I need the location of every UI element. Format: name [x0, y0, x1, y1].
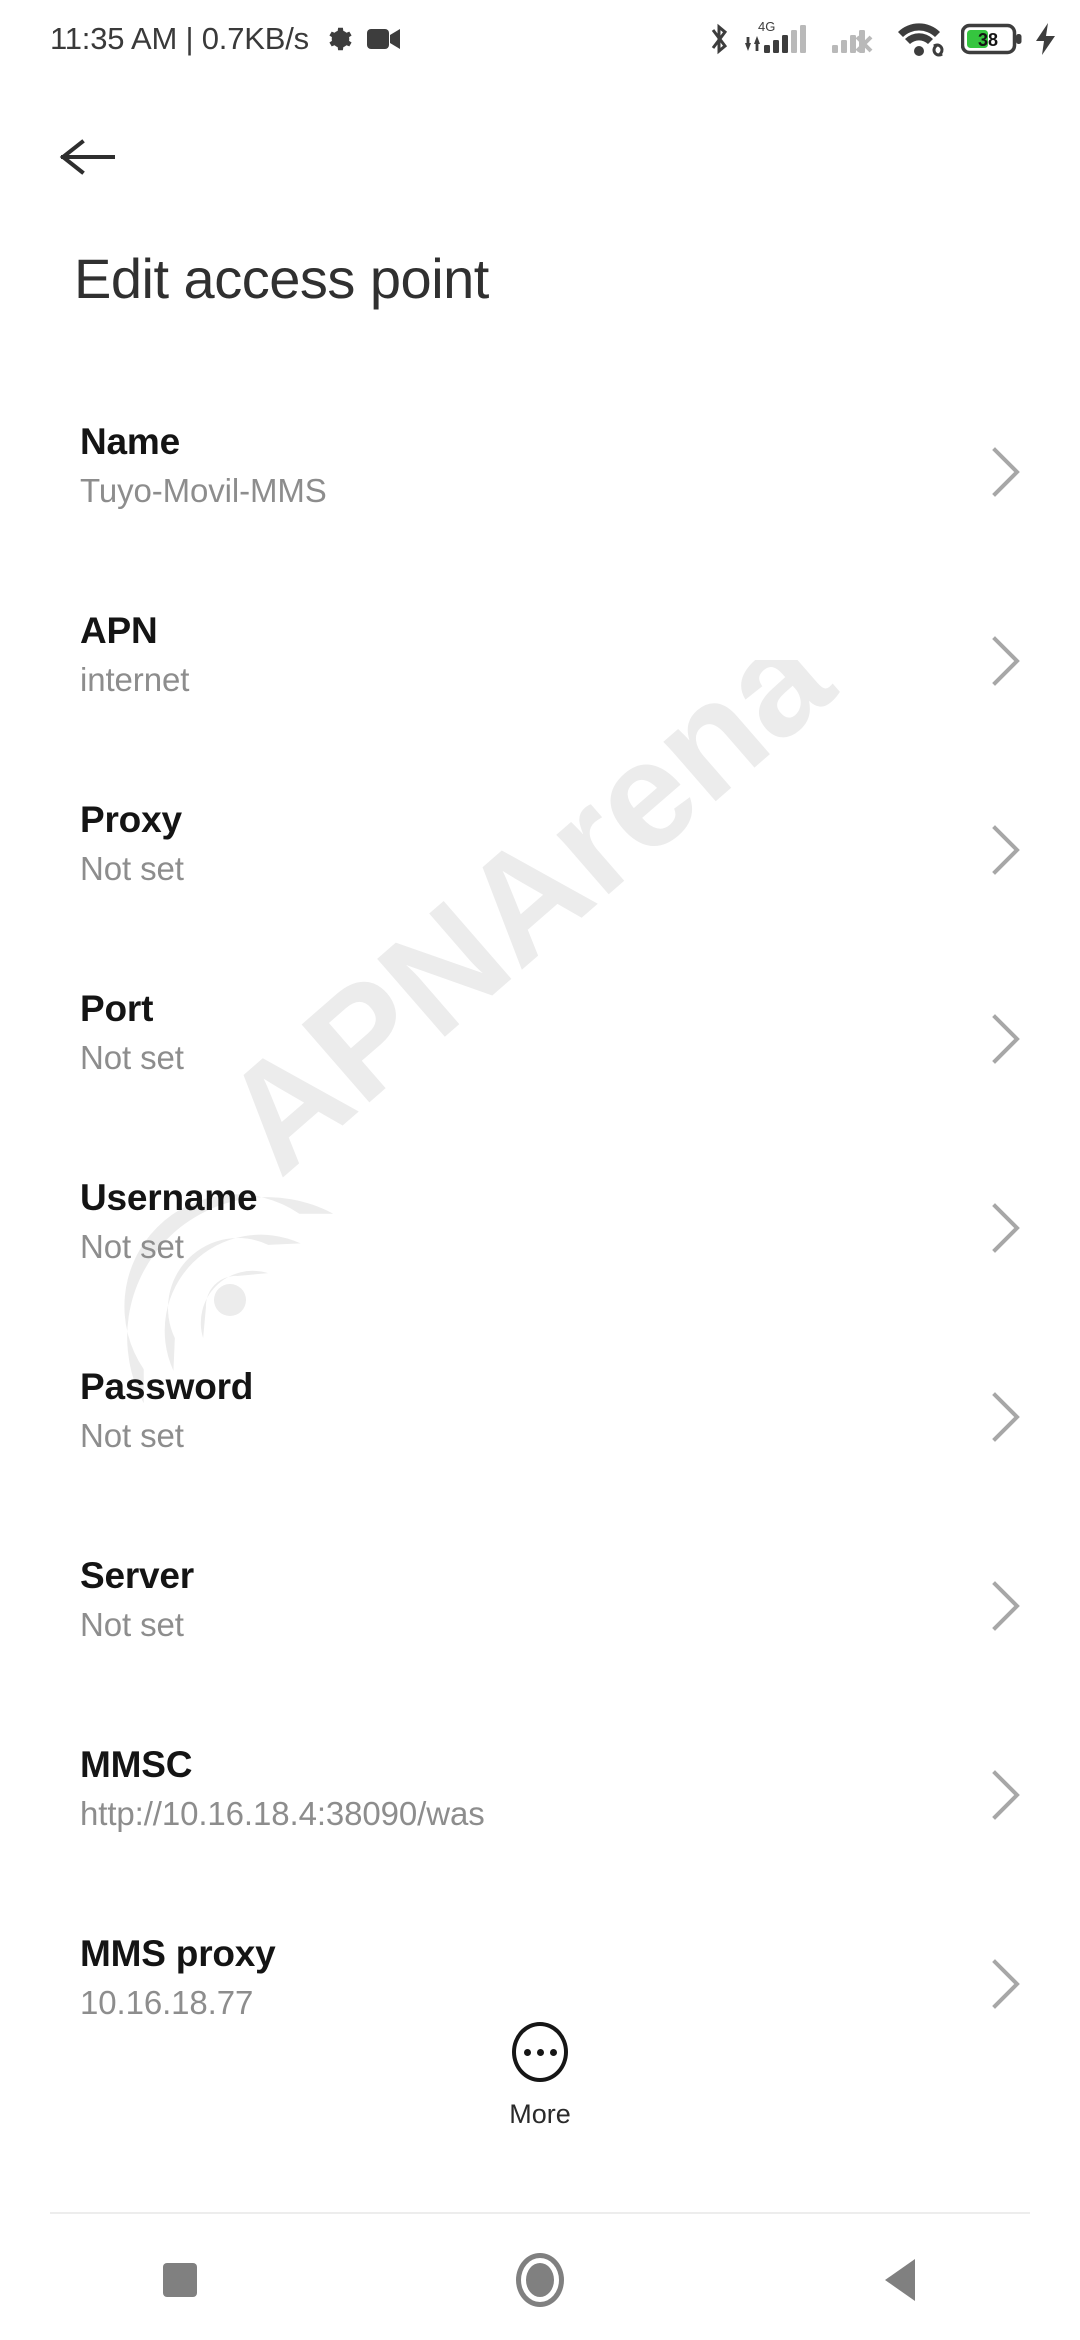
chevron-right-icon [992, 1392, 1020, 1442]
triangle-back-icon [885, 2259, 915, 2301]
charging-bolt-icon [1036, 23, 1055, 55]
battery-icon: 38 [961, 23, 1022, 55]
status-bar-left: 11:35 AM | 0.7KB/s [50, 21, 401, 57]
apn-row-text: Server Not set [80, 1552, 900, 1646]
apn-row-password[interactable]: Password Not set [0, 1363, 1080, 1552]
status-bar: 11:35 AM | 0.7KB/s 4G 38 [0, 0, 1080, 78]
back-button[interactable] [50, 120, 124, 194]
chevron-right-icon [992, 825, 1020, 875]
arrow-left-icon [59, 139, 115, 175]
chevron-right-icon [992, 1014, 1020, 1064]
chevron-right-icon [992, 1770, 1020, 1820]
apn-row-value: 10.16.18.77 [80, 1984, 254, 2021]
square-recents-icon [163, 2263, 197, 2297]
apn-row-label: Name [80, 421, 180, 462]
more-button[interactable]: More [0, 2022, 1080, 2130]
nav-back-button[interactable] [720, 2220, 1080, 2340]
more-dot [549, 2048, 557, 2056]
more-button-label: More [509, 2099, 571, 2129]
bottom-divider [50, 2212, 1030, 2214]
circle-home-icon-inner [526, 2263, 554, 2297]
apn-row-text: MMSC http://10.16.18.4:38090/was [80, 1741, 900, 1835]
gear-icon [329, 27, 352, 51]
wifi-icon [898, 23, 944, 57]
apn-settings-list: Name Tuyo-Movil-MMS APN internet Proxy Not se… [0, 418, 1080, 2119]
apn-row-text: MMS proxy 10.16.18.77 [80, 1930, 900, 2024]
navigation-bar [0, 2220, 1080, 2340]
apn-row-mmsc[interactable]: MMSC http://10.16.18.4:38090/was [0, 1741, 1080, 1930]
apn-row-server[interactable]: Server Not set [0, 1552, 1080, 1741]
apn-row-label: MMSC [80, 1744, 193, 1785]
apn-row-username[interactable]: Username Not set [0, 1174, 1080, 1363]
chevron-right-icon [992, 1581, 1020, 1631]
apn-row-value: Tuyo-Movil-MMS [80, 472, 327, 509]
apn-row-label: Port [80, 988, 154, 1029]
nav-recents-button[interactable] [0, 2220, 360, 2340]
apn-row-text: Port Not set [80, 985, 900, 1079]
apn-row-text: Password Not set [80, 1363, 900, 1457]
apn-row-value: Not set [80, 1039, 184, 1076]
nav-home-button[interactable] [360, 2220, 720, 2340]
more-dot [536, 2048, 544, 2056]
apn-row-value: http://10.16.18.4:38090/was [80, 1795, 485, 1832]
circle-home-icon [516, 2253, 564, 2307]
apn-row-text: Name Tuyo-Movil-MMS [80, 418, 900, 512]
status-bar-right: 4G 38 [707, 17, 1058, 61]
chevron-right-icon [992, 447, 1020, 497]
chevron-right-icon [992, 1959, 1020, 2009]
apn-row-value: Not set [80, 1228, 184, 1265]
page-title: Edit access point [74, 247, 489, 310]
signal-no-service-icon [832, 30, 873, 53]
apn-row-port[interactable]: Port Not set [0, 985, 1080, 1174]
apn-row-label: MMS proxy [80, 1933, 276, 1974]
apn-row-label: Password [80, 1366, 254, 1407]
more-dots-circle-icon [512, 2022, 568, 2082]
apn-row-text: APN internet [80, 607, 900, 701]
apn-row-name[interactable]: Name Tuyo-Movil-MMS [0, 418, 1080, 607]
apn-row-value: Not set [80, 1606, 184, 1643]
signal-4g-icon: 4G [745, 19, 806, 53]
apn-row-text: Username Not set [80, 1174, 900, 1268]
chevron-right-icon [992, 1203, 1020, 1253]
apn-row-value: Not set [80, 850, 184, 887]
chevron-right-icon [992, 636, 1020, 686]
apn-row-value: internet [80, 661, 190, 698]
status-clock: 11:35 AM | 0.7KB/s [50, 21, 309, 56]
phone-screen: APNArena 11:35 AM | 0.7KB/s 4G 38 Edit a… [0, 0, 1080, 2340]
apn-row-text: Proxy Not set [80, 796, 900, 890]
apn-row-label: Proxy [80, 799, 182, 840]
more-dot [523, 2048, 531, 2056]
svg-text:38: 38 [978, 30, 998, 50]
apn-row-label: APN [80, 610, 158, 651]
apn-row-proxy[interactable]: Proxy Not set [0, 796, 1080, 985]
bluetooth-icon [711, 23, 728, 55]
apn-row-label: Server [80, 1555, 195, 1596]
video-camera-icon [366, 29, 400, 49]
apn-row-apn[interactable]: APN internet [0, 607, 1080, 796]
apn-row-value: Not set [80, 1417, 184, 1454]
svg-text:4G: 4G [758, 19, 775, 34]
apn-row-label: Username [80, 1177, 258, 1218]
